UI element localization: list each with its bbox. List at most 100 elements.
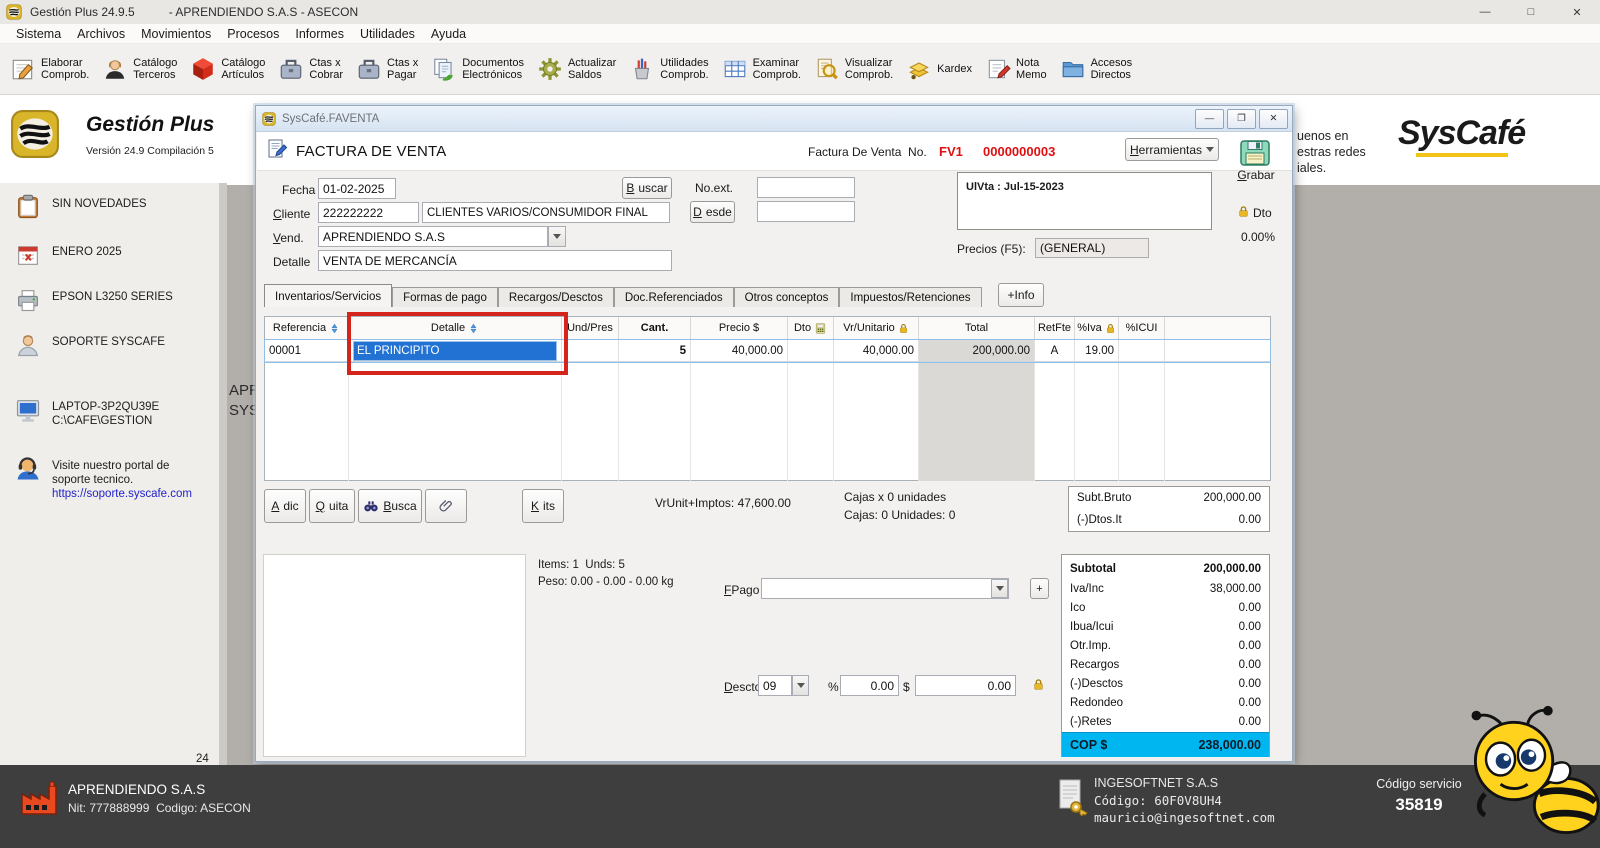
sidebar-item-impresora[interactable]: EPSON L3250 SERIES: [14, 286, 173, 314]
total-row-value: 0.00: [1239, 621, 1261, 633]
subt-bruto-panel: Subt.Bruto200,000.00 (-)Dtos.It0.00: [1068, 486, 1270, 532]
col-iva[interactable]: %Iva: [1075, 317, 1119, 340]
vend-dropdown-button[interactable]: [548, 226, 566, 247]
col-dto[interactable]: Dto: [788, 317, 834, 340]
cell-precio[interactable]: 40,000.00: [691, 340, 788, 362]
noext-field[interactable]: [757, 177, 855, 198]
col-vr-unitario[interactable]: Vr/Unitario: [834, 317, 919, 340]
sidebar-item-novedades[interactable]: SIN NOVEDADES: [14, 193, 147, 221]
descto-percent-field[interactable]: 0.00: [840, 675, 899, 696]
toolbar-elaborar-comprob[interactable]: ElaborarComprob.: [10, 56, 89, 82]
cell-vr-unitario[interactable]: 40,000.00: [834, 340, 919, 362]
col-retfte[interactable]: RetFte: [1035, 317, 1075, 340]
tab-otros-conceptos[interactable]: Otros conceptos: [734, 287, 840, 307]
tab-formas-de-pago[interactable]: Formas de pago: [392, 287, 498, 307]
grabar-label[interactable]: Grabar: [1236, 168, 1276, 182]
toolbar-catalogo-terceros[interactable]: CatálogoTerceros: [102, 56, 177, 82]
save-diskette-icon[interactable]: [1240, 140, 1270, 166]
menu-movimientos[interactable]: Movimientos: [133, 27, 219, 41]
descto-code-combo[interactable]: 09: [758, 675, 792, 696]
toolbar-ctas-cobrar[interactable]: Ctas xCobrar: [278, 56, 343, 82]
menu-utilidades[interactable]: Utilidades: [352, 27, 423, 41]
faventa-close-button[interactable]: ✕: [1259, 109, 1288, 129]
fpago-combo[interactable]: [761, 578, 1009, 599]
toolbar-examinar-comprob[interactable]: ExaminarComprob.: [722, 56, 801, 82]
notes-box[interactable]: [263, 554, 526, 757]
sidebar-item-soporte[interactable]: SOPORTE SYSCAFE: [14, 331, 165, 359]
herramientas-button[interactable]: Herramientas: [1125, 138, 1219, 161]
menu-sistema[interactable]: Sistema: [8, 27, 69, 41]
close-button[interactable]: ✕: [1554, 0, 1600, 24]
vrunit-imptos-text: VrUnit+Imptos: 47,600.00: [655, 496, 791, 510]
cell-dto[interactable]: [788, 340, 834, 362]
toolbar-accesos-directos[interactable]: AccesosDirectos: [1060, 56, 1133, 82]
col-cant[interactable]: Cant.: [619, 317, 691, 340]
toolbar-label: Pagar: [387, 69, 418, 82]
toolbar-nota-memo[interactable]: NotaMemo: [985, 56, 1047, 82]
faventa-minimize-button[interactable]: —: [1195, 109, 1224, 129]
toolbar-utilidades-comprob[interactable]: UtilidadesComprob.: [629, 56, 708, 82]
descto-dropdown-button[interactable]: [792, 675, 809, 696]
col-referencia[interactable]: Referencia: [265, 317, 349, 340]
buscar-button[interactable]: Buscar: [622, 177, 672, 199]
toolbar-visualizar-comprob[interactable]: VisualizarComprob.: [814, 56, 893, 82]
attach-button[interactable]: [425, 489, 467, 523]
col-icui[interactable]: %ICUI: [1119, 317, 1165, 340]
fpago-dropdown-button[interactable]: [991, 579, 1008, 598]
toolbar-label: Catálogo: [133, 57, 177, 70]
descto-value-field[interactable]: 0.00: [915, 675, 1016, 696]
sidebar-scrollbar[interactable]: [219, 183, 227, 765]
faventa-restore-button[interactable]: ❐: [1227, 109, 1256, 129]
cell-referencia[interactable]: 00001: [265, 340, 349, 362]
quita-button[interactable]: Quita: [309, 489, 355, 523]
sidebar-item-equipo[interactable]: LAPTOP-3P2QU39EC:\CAFE\GESTION: [14, 396, 159, 428]
sort-icon[interactable]: [329, 323, 340, 334]
desde-field[interactable]: [757, 201, 855, 222]
cell-und-pres[interactable]: [562, 340, 619, 362]
precios-field[interactable]: (GENERAL): [1035, 238, 1149, 258]
cliente-code-field[interactable]: 222222222: [318, 202, 419, 223]
menu-procesos[interactable]: Procesos: [219, 27, 287, 41]
cell-iva[interactable]: 19.00: [1075, 340, 1119, 362]
col-und-pres[interactable]: Und/Pres: [562, 317, 619, 340]
cell-icui[interactable]: [1119, 340, 1165, 362]
fpago-add-button[interactable]: +: [1030, 578, 1049, 599]
doc-number-label: Factura De Venta No.: [808, 145, 927, 159]
toolbar-kardex[interactable]: Kardex: [906, 56, 972, 82]
maximize-button[interactable]: □: [1508, 0, 1554, 24]
tab-inventarios-servicios[interactable]: Inventarios/Servicios: [264, 284, 392, 307]
desde-button[interactable]: Desde: [690, 201, 735, 223]
cell-cant[interactable]: 5: [619, 340, 691, 362]
toolbar-label: Utilidades: [660, 57, 708, 70]
sidebar-item-portal[interactable]: Visite nuestro portal desoporte tecnico.…: [14, 455, 192, 502]
fecha-label: Fecha: [282, 183, 315, 197]
menu-informes[interactable]: Informes: [287, 27, 352, 41]
minimize-button[interactable]: —: [1462, 0, 1508, 24]
tab-recargos-desctos[interactable]: Recargos/Desctos: [498, 287, 614, 307]
col-precio[interactable]: Precio $: [691, 317, 788, 340]
kits-button[interactable]: Kits: [522, 489, 564, 523]
vend-combo[interactable]: APRENDIENDO S.A.S: [318, 226, 548, 247]
adic-button[interactable]: Adic: [264, 489, 306, 523]
menu-archivos[interactable]: Archivos: [69, 27, 133, 41]
sidebar-item-periodo[interactable]: ENERO 2025: [14, 241, 122, 269]
fecha-field[interactable]: 01-02-2025: [318, 178, 396, 199]
menu-ayuda[interactable]: Ayuda: [423, 27, 474, 41]
cell-retfte[interactable]: A: [1035, 340, 1075, 362]
toolbar: ElaborarComprob. CatálogoTerceros Catálo…: [0, 44, 1600, 95]
faventa-titlebar[interactable]: SysCafé.FAVENTA — ❐ ✕: [256, 106, 1292, 132]
cliente-name-field[interactable]: CLIENTES VARIOS/CONSUMIDOR FINAL: [422, 202, 670, 223]
detalle-field[interactable]: VENTA DE MERCANCÍA: [318, 250, 672, 271]
cell-total[interactable]: 200,000.00: [919, 340, 1035, 362]
busca-button[interactable]: Busca: [358, 489, 422, 523]
tab-doc-referenciados[interactable]: Doc.Referenciados: [614, 287, 734, 307]
toolbar-documentos-electronicos[interactable]: DocumentosElectrónicos: [431, 56, 524, 82]
col-total[interactable]: Total: [919, 317, 1035, 340]
toolbar-actualizar-saldos[interactable]: ActualizarSaldos: [537, 56, 616, 82]
toolbar-ctas-pagar[interactable]: Ctas xPagar: [356, 56, 418, 82]
toolbar-label: Elaborar: [41, 57, 89, 70]
support-portal-link[interactable]: https://soporte.syscafe.com: [52, 487, 192, 502]
toolbar-catalogo-articulos[interactable]: CatálogoArtículos: [190, 56, 265, 82]
tab-impuestos-retenciones[interactable]: Impuestos/Retenciones: [839, 287, 981, 307]
info-button[interactable]: +Info: [998, 283, 1044, 307]
